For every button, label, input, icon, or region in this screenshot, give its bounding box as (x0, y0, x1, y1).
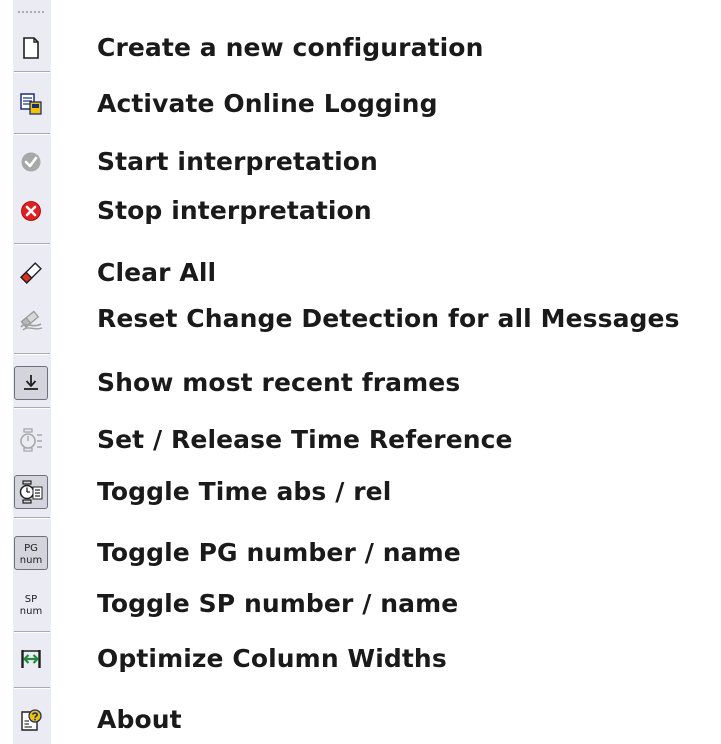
separator (14, 407, 50, 409)
menu-item-label: Reset Change Detection for all Messages (97, 304, 680, 333)
eraser-icon (14, 256, 48, 290)
sp-num-icon-bottom-text: num (20, 606, 42, 617)
menu-item-stop-interpretation[interactable]: Stop interpretation (0, 191, 721, 231)
menu-item-show-most-recent-frames[interactable]: Show most recent frames (0, 363, 721, 403)
menu-item-about[interactable]: About (0, 700, 721, 740)
clock-abs-rel-icon (14, 475, 48, 509)
toolbar-grip-handle[interactable] (17, 11, 45, 13)
menu-item-reset-change-detection[interactable]: Reset Change Detection for all Messages (0, 299, 721, 339)
menu-item-toggle-pg-number-name[interactable]: PG num Toggle PG number / name (0, 533, 721, 573)
menu-item-label: Show most recent frames (97, 368, 461, 397)
menu-item-label: Activate Online Logging (97, 89, 438, 118)
menu-item-label: Toggle PG number / name (97, 538, 461, 567)
stop-circle-icon (14, 194, 48, 228)
separator (14, 687, 50, 689)
menu-item-toggle-sp-number-name[interactable]: SP num Toggle SP number / name (0, 584, 721, 624)
pg-num-icon-top-text: PG (24, 543, 38, 554)
online-logging-icon (14, 87, 48, 121)
check-circle-icon (14, 145, 48, 179)
menu-item-toggle-time-abs-rel[interactable]: Toggle Time abs / rel (0, 472, 721, 512)
menu-item-activate-online-logging[interactable]: Activate Online Logging (0, 84, 721, 124)
menu-item-label: Start interpretation (97, 147, 378, 176)
pg-num-icon-bottom-text: num (20, 555, 42, 566)
separator (14, 353, 50, 355)
menu-item-label: Toggle SP number / name (97, 589, 459, 618)
separator (14, 243, 50, 245)
about-help-icon (14, 703, 48, 737)
pg-num-icon: PG num (14, 536, 48, 570)
menu-item-label: About (97, 705, 182, 734)
sp-num-icon-top-text: SP (25, 594, 37, 605)
stopwatch-icon (14, 423, 48, 457)
menu-item-start-interpretation[interactable]: Start interpretation (0, 142, 721, 182)
reset-change-icon (14, 302, 48, 336)
menu-item-set-release-time-reference[interactable]: Set / Release Time Reference (0, 420, 721, 460)
menu-item-label: Stop interpretation (97, 196, 372, 225)
new-document-icon (14, 31, 48, 65)
separator (14, 631, 50, 633)
menu-item-label: Clear All (97, 258, 217, 287)
separator (14, 133, 50, 135)
menu-item-optimize-column-widths[interactable]: Optimize Column Widths (0, 639, 721, 679)
menu-item-clear-all[interactable]: Clear All (0, 253, 721, 293)
menu-item-create-configuration[interactable]: Create a new configuration (0, 28, 721, 68)
separator (14, 71, 50, 73)
menu-item-label: Create a new configuration (97, 33, 484, 62)
scroll-down-icon (14, 366, 48, 400)
menu-item-label: Toggle Time abs / rel (97, 477, 392, 506)
column-width-icon (14, 642, 48, 676)
separator (14, 517, 50, 519)
menu-item-label: Optimize Column Widths (97, 644, 447, 673)
menu-item-label: Set / Release Time Reference (97, 425, 513, 454)
sp-num-icon: SP num (14, 587, 48, 621)
